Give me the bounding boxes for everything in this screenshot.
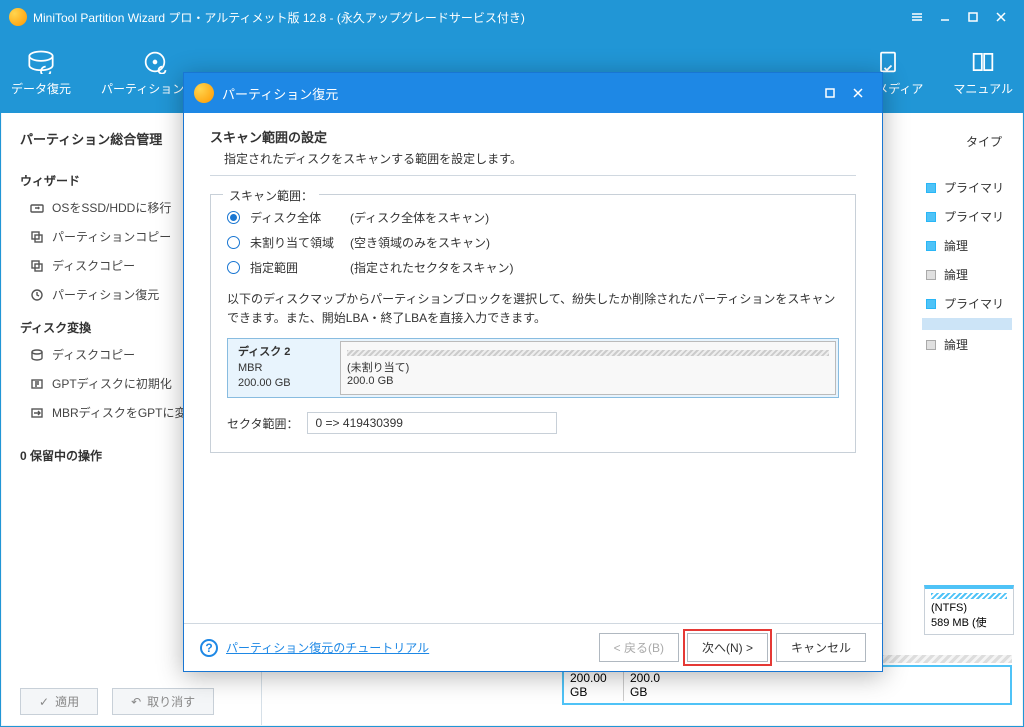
gpt-icon [30, 377, 44, 391]
ntfs-info-box: (NTFS) 589 MB (使 [924, 585, 1014, 635]
disk-name: ディスク 2 [238, 345, 332, 360]
disk-icon [30, 348, 44, 362]
sidebar-item-label: ディスクコピー [52, 346, 135, 363]
check-icon: ✓ [39, 695, 49, 709]
undo-button[interactable]: ↶取り消す [112, 688, 214, 715]
partition-row[interactable]: プライマリ [922, 202, 1012, 231]
dialog-subtitle: 指定されたディスクをスキャンする範囲を設定します。 [224, 150, 856, 167]
dialog-title: パーティション復元 [222, 84, 816, 103]
partition-row[interactable] [922, 318, 1012, 330]
radio-description: (ディスク全体をスキャン) [350, 209, 489, 226]
recover-icon [30, 288, 44, 302]
partition-row[interactable]: プライマリ [922, 289, 1012, 318]
apply-button[interactable]: ✓適用 [20, 688, 98, 715]
radio-description: (空き領域のみをスキャン) [350, 234, 490, 251]
type-indicator [926, 241, 936, 251]
allocation-label: (未割り当て) [347, 359, 829, 375]
dialog-maximize-button[interactable] [816, 81, 844, 105]
tutorial-link[interactable]: パーティション復元のチュートリアル [226, 639, 429, 656]
maximize-button[interactable] [959, 5, 987, 29]
allocation-size: 200.0 GB [347, 375, 829, 387]
partition-list: プライマリ プライマリ 論理 論理 プライマリ 論理 [922, 173, 1012, 359]
bootable-media-icon [874, 50, 902, 74]
radio-description: (指定されたセクタをスキャン) [350, 259, 514, 276]
minimize-button[interactable] [931, 5, 959, 29]
type-indicator [926, 270, 936, 280]
disk-size: 200.00 GB [238, 376, 332, 391]
partition-recovery-icon [141, 50, 169, 74]
instruction-text: 以下のディスクマップからパーティションブロックを選択して、紛失したか削除されたパ… [227, 290, 839, 328]
type-indicator [926, 299, 936, 309]
radio-button[interactable] [227, 211, 240, 224]
sidebar-item-label: OSをSSD/HDDに移行 [52, 199, 171, 216]
data-recovery-icon [27, 50, 55, 74]
disk-type: MBR [238, 361, 332, 376]
sector-range-input[interactable]: 0 => 419430399 [307, 412, 557, 434]
dialog-heading: スキャン範囲の設定 [210, 127, 856, 146]
help-icon[interactable]: ? [200, 639, 218, 657]
undo-icon: ↶ [131, 695, 141, 709]
copy-icon [30, 230, 44, 244]
menu-icon[interactable] [903, 5, 931, 29]
disk-info: ディスク 2 MBR 200.00 GB [230, 341, 340, 395]
radio-range[interactable]: 指定範囲 (指定されたセクタをスキャン) [227, 259, 839, 276]
sidebar-item-label: パーティション復元 [52, 286, 159, 303]
radio-button[interactable] [227, 261, 240, 274]
allocation-bar [347, 350, 829, 356]
partition-row[interactable]: プライマリ [922, 173, 1012, 202]
disk-size-label: 200.00 GB [564, 669, 624, 701]
partition-row[interactable]: 論理 [922, 330, 1012, 359]
cancel-button[interactable]: キャンセル [776, 633, 866, 662]
disk-size-label2: 200.0 GB [624, 669, 664, 701]
radio-button[interactable] [227, 236, 240, 249]
close-button[interactable] [987, 5, 1015, 29]
sector-range-row: セクタ範囲： 0 => 419430399 [227, 412, 839, 434]
dialog-content: スキャン範囲の設定 指定されたディスクをスキャンする範囲を設定します。 スキャン… [184, 113, 882, 623]
toolbar-data-recovery[interactable]: データ復元 [11, 50, 71, 97]
type-indicator [926, 212, 936, 222]
radio-label: 指定範囲 [250, 259, 340, 276]
type-indicator [926, 183, 936, 193]
radio-label: ディスク全体 [250, 209, 340, 226]
partition-recovery-dialog: パーティション復元 スキャン範囲の設定 指定されたディスクをスキャンする範囲を設… [183, 72, 883, 672]
type-indicator [926, 340, 936, 350]
migrate-icon [30, 201, 44, 215]
disk-allocation[interactable]: (未割り当て) 200.0 GB [340, 341, 836, 395]
dialog-titlebar: パーティション復元 [184, 73, 882, 113]
disk-copy-icon [30, 259, 44, 273]
manual-icon [969, 50, 997, 74]
fieldset-legend: スキャン範囲： [223, 187, 319, 204]
toolbar-label: マニュアル [953, 80, 1013, 97]
dialog-footer: ? パーティション復元のチュートリアル < 戻る(B) 次へ(N) > キャンセ… [184, 623, 882, 671]
toolbar-manual[interactable]: マニュアル [953, 50, 1013, 97]
dialog-icon [194, 83, 214, 103]
sidebar-item-label: パーティションコピー [52, 228, 171, 245]
back-button[interactable]: < 戻る(B) [599, 633, 679, 662]
sidebar-item-label: MBRディスクをGPTに変 [52, 404, 187, 421]
toolbar-label: データ復元 [11, 80, 71, 97]
radio-label: 未割り当て領域 [250, 234, 340, 251]
radio-full-disk[interactable]: ディスク全体 (ディスク全体をスキャン) [227, 209, 839, 226]
next-button[interactable]: 次へ(N) > [687, 633, 768, 662]
dialog-close-button[interactable] [844, 81, 872, 105]
convert-icon [30, 406, 44, 420]
partition-row[interactable]: 論理 [922, 231, 1012, 260]
sidebar-item-label: GPTディスクに初期化 [52, 375, 172, 392]
scan-range-fieldset: スキャン範囲： ディスク全体 (ディスク全体をスキャン) 未割り当て領域 (空き… [210, 194, 856, 453]
radio-unallocated[interactable]: 未割り当て領域 (空き領域のみをスキャン) [227, 234, 839, 251]
main-titlebar: MiniTool Partition Wizard プロ・アルティメット版 12… [1, 1, 1023, 33]
disk-map[interactable]: ディスク 2 MBR 200.00 GB (未割り当て) 200.0 GB [227, 338, 839, 398]
app-title: MiniTool Partition Wizard プロ・アルティメット版 12… [33, 9, 903, 26]
column-header-type: タイプ [966, 133, 1002, 150]
app-icon [9, 8, 27, 26]
sidebar-item-label: ディスクコピー [52, 257, 135, 274]
divider [210, 175, 856, 176]
partition-row[interactable]: 論理 [922, 260, 1012, 289]
sector-label: セクタ範囲： [227, 415, 299, 432]
